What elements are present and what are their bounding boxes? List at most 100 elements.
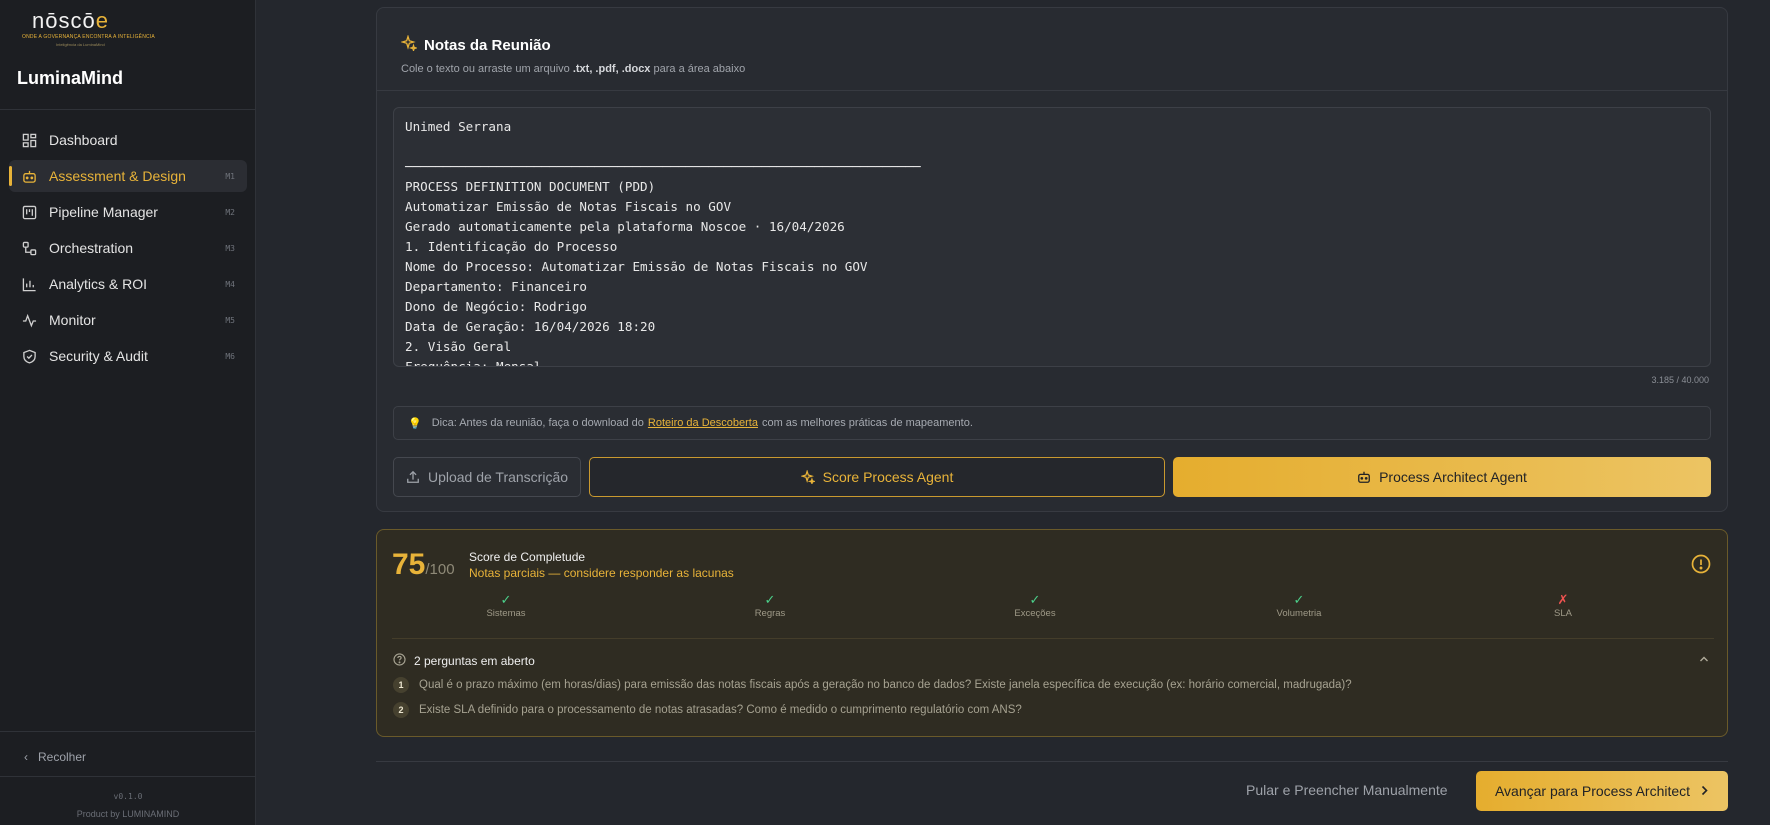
sidebar-item-label: Security & Audit <box>49 348 148 364</box>
chevron-right-icon <box>1700 783 1709 799</box>
criteria-checklist: ✓ Sistemas ✓ Regras ✓ Exceções ✓ Volumet… <box>377 592 1727 622</box>
chevron-left-icon: ‹ <box>24 750 28 764</box>
alert-circle-icon <box>1691 554 1711 574</box>
button-label: Score Process Agent <box>822 469 954 485</box>
check-icon: ✓ <box>500 592 512 607</box>
open-questions-header[interactable]: 2 perguntas em aberto <box>393 653 535 669</box>
logo-wordmark: nōscōe <box>32 8 109 33</box>
upload-icon <box>406 470 420 484</box>
tip-text: com as melhores práticas de mapeamento. <box>761 417 973 429</box>
subtitle-text: Cole o texto ou arraste um arquivo <box>401 63 573 75</box>
character-counter: 3.185 / 40.000 <box>1651 375 1709 385</box>
check-icon: ✓ <box>1029 592 1041 607</box>
collapse-sidebar-button[interactable]: ‹ Recolher <box>24 750 86 764</box>
tip-text: Dica: Antes da reunião, faça o download … <box>431 417 644 429</box>
upload-transcription-button[interactable]: Upload de Transcrição <box>393 457 581 497</box>
module-badge: M1 <box>225 171 235 181</box>
sidebar-item-label: Assessment & Design <box>49 168 186 184</box>
sidebar-item-analytics-roi[interactable]: Analytics & ROI M4 <box>9 268 247 300</box>
criterion-sla: ✗ SLA <box>1503 592 1623 619</box>
sidebar-item-label: Monitor <box>49 312 96 328</box>
product-credit: Product by LUMINAMIND <box>76 809 180 819</box>
sidebar-item-label: Analytics & ROI <box>49 276 148 292</box>
sidebar-divider <box>0 776 256 777</box>
open-question-item: 2 Existe SLA definido para o processamen… <box>393 702 1022 718</box>
subtitle-formats: .txt, .pdf, .docx <box>572 63 651 75</box>
shield-check-icon <box>21 348 37 364</box>
sidebar-item-security-audit[interactable]: Security & Audit M6 <box>9 340 247 372</box>
bot-icon <box>21 168 37 184</box>
button-label: Avançar para Process Architect <box>1494 783 1691 799</box>
sidebar-divider <box>0 731 256 732</box>
module-badge: M2 <box>225 207 235 217</box>
score-number: 75 <box>392 548 426 581</box>
sidebar-item-pipeline-manager[interactable]: Pipeline Manager M2 <box>9 196 247 228</box>
criterion-label: Volumetria <box>1276 608 1322 619</box>
sidebar-nav: Dashboard Assessment & Design M1 Pipelin… <box>9 124 247 376</box>
check-icon: ✓ <box>1293 592 1305 607</box>
sidebar-item-assessment-design[interactable]: Assessment & Design M1 <box>9 160 247 192</box>
card-header: Notas da Reunião Cole o texto ou arraste… <box>377 8 1727 91</box>
x-mark-icon: ✗ <box>1557 592 1569 607</box>
sidebar-divider <box>0 109 256 110</box>
sidebar: nōscōe ONDE A GOVERNANÇA ENCONTRA A INTE… <box>0 0 256 825</box>
criterion-label: SLA <box>1554 608 1572 619</box>
tip-banner: 💡 Dica: Antes da reunião, faça o downloa… <box>393 406 1711 440</box>
dashboard-icon <box>21 132 37 148</box>
chevron-up-icon[interactable] <box>1699 653 1709 667</box>
open-questions-label: 2 perguntas em aberto <box>414 654 535 668</box>
module-badge: M4 <box>225 279 235 289</box>
collapse-label: Recolher <box>38 750 87 764</box>
noscoe-logo: nōscōe ONDE A GOVERNANÇA ENCONTRA A INTE… <box>22 8 155 50</box>
sidebar-item-monitor[interactable]: Monitor M5 <box>9 304 247 336</box>
criterion-label: Regras <box>754 608 786 619</box>
notes-textarea[interactable]: Unimed Serrana ─────────────────────────… <box>393 107 1711 367</box>
advance-process-architect-button[interactable]: Avançar para Process Architect <box>1476 771 1728 811</box>
footer-divider <box>376 761 1728 762</box>
lightbulb-icon: 💡 <box>408 417 422 430</box>
criterion-volumetria: ✓ Volumetria <box>1239 592 1359 619</box>
criterion-regras: ✓ Regras <box>710 592 830 619</box>
criterion-sistemas: ✓ Sistemas <box>446 592 566 619</box>
card-subtitle: Cole o texto ou arraste um arquivo .txt,… <box>401 63 745 75</box>
app-version: v0.1.0 <box>113 792 143 801</box>
question-text: Existe SLA definido para o processamento… <box>419 704 1022 716</box>
skip-fill-manually-button[interactable]: Pular e Preencher Manualmente <box>1246 782 1448 798</box>
button-label: Upload de Transcrição <box>427 469 569 485</box>
process-architect-agent-button[interactable]: Process Architect Agent <box>1173 457 1711 497</box>
sidebar-item-dashboard[interactable]: Dashboard <box>9 124 247 156</box>
button-label: Process Architect Agent <box>1379 469 1527 485</box>
score-subtitle: Notas parciais — considere responder as … <box>469 566 734 580</box>
sidebar-item-label: Pipeline Manager <box>49 204 158 220</box>
discovery-guide-link[interactable]: Roteiro da Descoberta <box>648 417 758 429</box>
bar-chart-icon <box>21 276 37 292</box>
sidebar-item-orchestration[interactable]: Orchestration M3 <box>9 232 247 264</box>
completeness-score-panel: 75/100 Score de Completude Notas parciai… <box>376 529 1728 737</box>
kanban-icon <box>21 204 37 220</box>
question-number: 1 <box>393 677 409 693</box>
help-circle-icon <box>393 653 406 669</box>
brand-name: LuminaMind <box>17 68 123 88</box>
module-badge: M6 <box>225 351 235 361</box>
module-badge: M5 <box>225 315 235 325</box>
score-value: 75/100 <box>392 548 455 582</box>
panel-divider <box>392 638 1714 639</box>
check-icon: ✓ <box>764 592 776 607</box>
criterion-excecoes: ✓ Exceções <box>975 592 1095 619</box>
criterion-label: Sistemas <box>486 608 526 619</box>
card-title: Notas da Reunião <box>400 34 551 55</box>
question-text: Qual é o prazo máximo (em horas/dias) pa… <box>419 679 1352 691</box>
score-max: /100 <box>425 561 455 578</box>
logo-tagline: ONDE A GOVERNANÇA ENCONTRA A INTELIGÊNCI… <box>22 34 155 40</box>
criterion-label: Exceções <box>1014 608 1056 619</box>
score-process-agent-button[interactable]: Score Process Agent <box>589 457 1165 497</box>
sidebar-item-label: Dashboard <box>49 132 118 148</box>
workflow-icon <box>21 240 37 256</box>
score-title: Score de Completude <box>469 550 586 564</box>
sparkles-icon <box>400 34 419 55</box>
question-number: 2 <box>393 702 409 718</box>
activity-icon <box>21 312 37 328</box>
logo-subtagline: Inteligência da LuminaMind <box>56 42 105 47</box>
meeting-notes-card: Notas da Reunião Cole o texto ou arraste… <box>376 7 1728 512</box>
notes-content: Unimed Serrana ─────────────────────────… <box>405 119 921 367</box>
